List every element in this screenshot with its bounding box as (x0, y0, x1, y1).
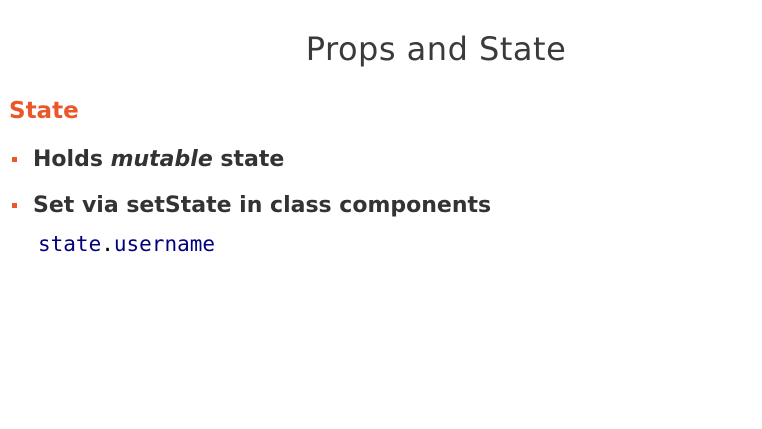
bullet-text: Holds mutable state (33, 147, 284, 172)
bullet-item: Holds mutable state (9, 140, 491, 178)
slide: Props and State State Holds mutable stat… (0, 0, 762, 429)
bullet-marker-icon (12, 202, 17, 208)
code-snippet: state.username (38, 232, 215, 256)
bullet-text-prefix: Holds (33, 146, 111, 172)
bullet-item: Set via setState in class components (9, 186, 491, 224)
code-separator: . (101, 232, 114, 256)
bullet-marker-icon (12, 156, 17, 162)
code-object: state (38, 232, 102, 256)
bullet-text-suffix: state (212, 146, 285, 172)
bullet-text-emphasis: mutable (110, 146, 213, 172)
bullet-list: Holds mutable state Set via setState in … (9, 140, 491, 232)
bullet-text: Set via setState in class components (33, 192, 492, 218)
code-property: username (113, 232, 216, 256)
slide-title: Props and State (305, 30, 567, 68)
section-heading: State (9, 98, 79, 124)
